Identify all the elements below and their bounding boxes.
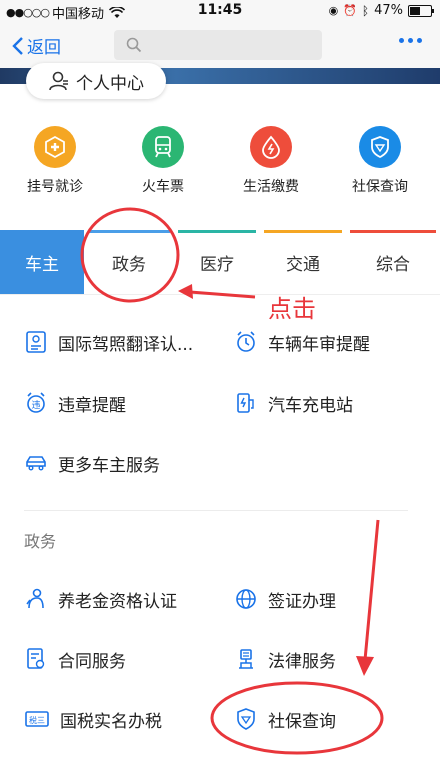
battery-icon	[408, 4, 434, 17]
quick-action-train[interactable]: 火车票	[113, 126, 213, 196]
svg-text:税三: 税三	[29, 715, 45, 725]
car-icon	[26, 456, 46, 471]
service-label: 更多车主服务	[58, 455, 160, 476]
globe-icon	[236, 589, 256, 609]
service-label: 法律服务	[268, 651, 336, 672]
violation-alarm-icon: 违	[27, 392, 45, 413]
svg-text:违: 违	[31, 400, 40, 411]
tab-label: 车主	[25, 254, 59, 275]
tab-color-line	[350, 230, 436, 233]
service-label: 社保查询	[268, 711, 336, 732]
quick-action-utilities[interactable]: 生活缴费	[221, 126, 321, 196]
quick-action-social-security[interactable]: 社保查询	[330, 126, 430, 196]
social-security-shield-icon	[237, 708, 255, 730]
utility-drop-icon	[250, 126, 292, 168]
service-annual-inspection[interactable]: 车辆年审提醒	[234, 327, 370, 357]
back-label: 返回	[27, 38, 61, 58]
quick-action-registration[interactable]: 挂号就诊	[5, 126, 105, 196]
more-dot-icon	[417, 38, 422, 43]
service-label: 国税实名办税	[60, 711, 162, 732]
tab-general[interactable]: 综合	[346, 230, 440, 294]
inspection-alarm-icon	[237, 331, 255, 352]
tab-label: 综合	[376, 254, 410, 275]
annotation-click-text: 点击	[268, 295, 316, 323]
annotation-arrowhead	[356, 656, 374, 676]
tab-color-line	[88, 230, 170, 233]
tab-label: 医疗	[200, 254, 234, 275]
more-dot-icon	[399, 38, 404, 43]
tab-government[interactable]: 政务	[84, 230, 174, 294]
tab-color-line	[178, 230, 256, 233]
service-charging-station[interactable]: 汽车充电站	[234, 388, 353, 418]
more-menu-button[interactable]	[399, 38, 422, 43]
personal-center-label: 个人中心	[76, 73, 144, 94]
quick-action-label: 生活缴费	[243, 179, 299, 195]
annotation-arrow	[363, 519, 380, 661]
search-icon	[126, 37, 142, 53]
tab-label: 交通	[286, 254, 320, 275]
law-court-icon	[239, 649, 253, 669]
service-visa[interactable]: 签证办理	[234, 584, 336, 614]
quick-action-label: 社保查询	[352, 179, 408, 195]
service-label: 违章提醒	[58, 395, 126, 416]
section-title-government: 政务	[24, 532, 57, 551]
quick-action-label: 火车票	[142, 179, 184, 195]
quick-actions: 挂号就诊 火车票 生活缴费 社保查询	[0, 126, 440, 206]
social-security-shield-icon	[359, 126, 401, 168]
tab-color-line	[264, 230, 342, 233]
alarm-icon: ⏰	[343, 4, 357, 17]
train-icon	[142, 126, 184, 168]
service-contract[interactable]: 合同服务	[24, 644, 126, 674]
tab-traffic[interactable]: 交通	[260, 230, 346, 294]
status-bar: ●●○○○ 中国移动 11:45 ◉ ⏰ ᛒ 47%	[0, 0, 440, 22]
personal-center-button[interactable]: 个人中心	[26, 63, 166, 99]
charging-station-icon	[237, 393, 254, 413]
tax-card-icon: 税三	[25, 711, 49, 727]
service-social-security[interactable]: 社保查询	[234, 704, 336, 734]
status-right: ◉ ⏰ ᛒ 47%	[328, 3, 434, 18]
chevron-left-icon	[12, 36, 23, 55]
nav-bar: 返回	[0, 22, 440, 69]
service-legal[interactable]: 法律服务	[234, 644, 336, 674]
back-button[interactable]: 返回	[12, 33, 61, 58]
service-intl-license[interactable]: 国际驾照翻译认...	[24, 327, 193, 357]
battery-percent: 47%	[374, 3, 403, 18]
bluetooth-icon: ᛒ	[361, 3, 370, 18]
tab-car-owner[interactable]: 车主	[0, 230, 84, 294]
service-label: 国际驾照翻译认...	[58, 334, 194, 355]
service-violation-alert[interactable]: 违 违章提醒	[24, 388, 126, 418]
pension-person-icon	[26, 588, 44, 609]
search-input[interactable]	[150, 35, 314, 53]
category-tabs: 车主 政务 医疗 交通 综合	[0, 230, 440, 295]
service-tax[interactable]: 税三 国税实名办税	[24, 704, 162, 734]
hospital-cross-icon	[34, 126, 76, 168]
service-label: 合同服务	[58, 651, 126, 672]
service-more-car[interactable]: 更多车主服务	[24, 448, 160, 478]
tab-medical[interactable]: 医疗	[174, 230, 260, 294]
tab-label: 政务	[112, 254, 146, 275]
service-label: 养老金资格认证	[58, 591, 177, 612]
contract-doc-icon	[27, 648, 45, 669]
service-pension-auth[interactable]: 养老金资格认证	[24, 584, 177, 614]
location-icon: ◉	[328, 4, 339, 17]
search-box[interactable]	[114, 30, 322, 60]
quick-action-label: 挂号就诊	[27, 179, 83, 195]
section-divider	[24, 510, 408, 511]
more-dot-icon	[408, 38, 413, 43]
user-icon	[49, 71, 68, 91]
service-label: 汽车充电站	[268, 395, 353, 416]
service-label: 车辆年审提醒	[268, 334, 370, 355]
service-label: 签证办理	[268, 591, 336, 612]
license-card-icon	[26, 331, 46, 353]
